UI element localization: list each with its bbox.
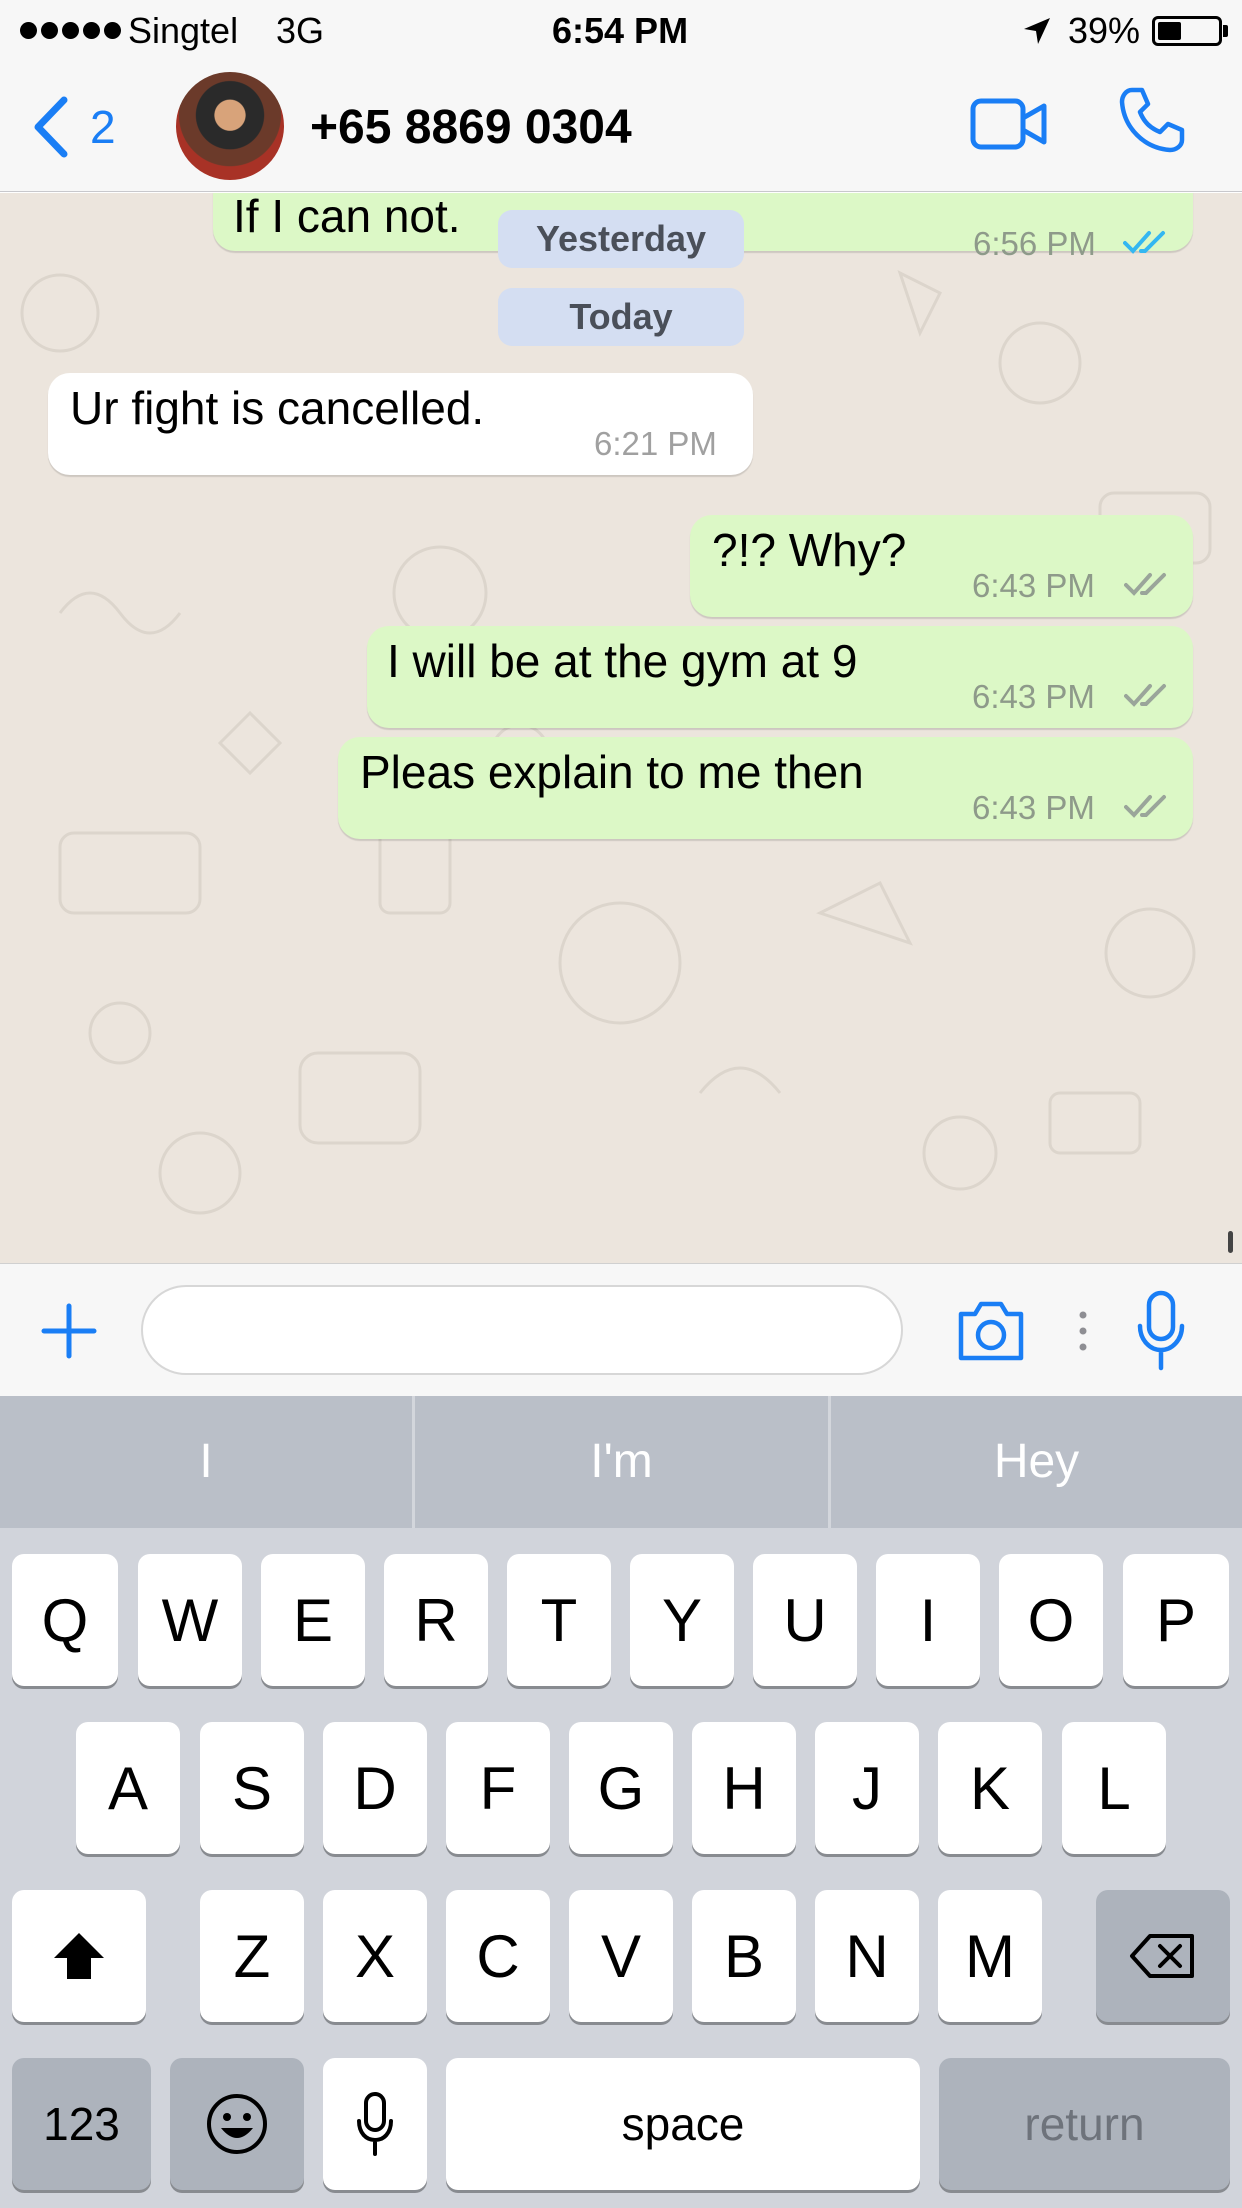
space-key[interactable]: space — [446, 2058, 920, 2190]
delete-key[interactable] — [1096, 1890, 1230, 2022]
plus-icon[interactable] — [40, 1302, 98, 1360]
key-t[interactable]: T — [507, 1554, 611, 1686]
date-separator-today: Today — [498, 288, 744, 346]
message-text: Pleas explain to me then — [360, 746, 864, 798]
camera-icon[interactable] — [955, 1300, 1027, 1362]
key-r[interactable]: R — [384, 1554, 488, 1686]
key-n[interactable]: N — [815, 1890, 919, 2022]
key-b[interactable]: B — [692, 1890, 796, 2022]
message-time: 6:43 PM — [972, 567, 1095, 604]
key-g[interactable]: G — [569, 1722, 673, 1854]
key-y[interactable]: Y — [630, 1554, 734, 1686]
avatar[interactable] — [176, 72, 284, 180]
key-k[interactable]: K — [938, 1722, 1042, 1854]
more-separator-icon — [1079, 1311, 1087, 1351]
scroll-indicator[interactable] — [1228, 1231, 1233, 1253]
wallpaper-pattern — [20, 270, 1212, 1215]
key-s[interactable]: S — [200, 1722, 304, 1854]
status-time: 6:54 PM — [552, 10, 689, 51]
unread-count: 2 — [90, 101, 116, 153]
numbers-key[interactable]: 123 — [12, 2058, 151, 2190]
dictation-key[interactable] — [323, 2058, 427, 2190]
message-bubble-outgoing[interactable]: I will be at the gym at 9 6:43 PM — [367, 626, 1193, 728]
emoji-icon — [207, 2094, 267, 2154]
message-text: I will be at the gym at 9 — [387, 635, 858, 687]
emoji-key[interactable] — [170, 2058, 304, 2190]
key-x[interactable]: X — [323, 1890, 427, 2022]
carrier-name: Singtel — [128, 10, 239, 51]
prediction-3[interactable]: Hey — [831, 1396, 1242, 1528]
message-bubble-outgoing[interactable]: Pleas explain to me then 6:43 PM — [338, 737, 1193, 839]
delivered-receipt-icon — [1124, 573, 1166, 596]
battery-level — [1158, 22, 1181, 40]
shift-key[interactable] — [12, 1890, 146, 2022]
message-bubble-outgoing[interactable]: ?!? Why? 6:43 PM — [690, 515, 1193, 617]
message-time: 6:56 PM — [973, 225, 1096, 262]
video-camera-icon[interactable] — [970, 98, 1048, 150]
keyboard: I I'm Hey Q W E R T Y U I O P A S D F G … — [0, 1396, 1242, 2208]
signal-strength-icon — [20, 22, 121, 39]
key-e[interactable]: E — [261, 1554, 365, 1686]
location-arrow-icon — [1024, 18, 1050, 44]
key-f[interactable]: F — [446, 1722, 550, 1854]
shift-icon — [54, 1933, 104, 1979]
key-l[interactable]: L — [1062, 1722, 1166, 1854]
key-i[interactable]: I — [876, 1554, 980, 1686]
prediction-2[interactable]: I'm — [415, 1396, 828, 1528]
key-c[interactable]: C — [446, 1890, 550, 2022]
chat-area[interactable]: If I can not. 6:56 PM Yesterday Today Ur… — [0, 193, 1242, 1263]
key-m[interactable]: M — [938, 1890, 1042, 2022]
microphone-icon[interactable] — [1136, 1290, 1186, 1372]
battery-percentage: 39% — [1068, 10, 1141, 51]
key-w[interactable]: W — [138, 1554, 242, 1686]
back-button[interactable]: 2 — [30, 92, 116, 162]
message-text: Ur fight is cancelled. — [70, 382, 485, 434]
key-j[interactable]: J — [815, 1722, 919, 1854]
key-d[interactable]: D — [323, 1722, 427, 1854]
message-bubble-incoming[interactable]: Ur fight is cancelled. 6:21 PM — [48, 373, 753, 475]
chevron-left-icon — [34, 96, 68, 158]
key-z[interactable]: Z — [200, 1890, 304, 2022]
chat-header: 2 +65 8869 0304 — [0, 62, 1242, 192]
prediction-1[interactable]: I — [0, 1396, 412, 1528]
key-o[interactable]: O — [999, 1554, 1103, 1686]
message-input[interactable] — [141, 1285, 903, 1375]
contact-name[interactable]: +65 8869 0304 — [310, 100, 632, 155]
microphone-icon — [357, 2092, 393, 2156]
message-time: 6:21 PM — [594, 425, 717, 462]
status-bar: Singtel 3G 6:54 PM 39% — [0, 0, 1242, 62]
message-text: ?!? Why? — [712, 524, 907, 576]
delivered-receipt-icon — [1124, 684, 1166, 707]
delivered-receipt-icon — [1124, 795, 1166, 818]
message-text: If I can not. — [233, 193, 461, 242]
predictive-text-bar: I I'm Hey — [0, 1396, 1242, 1528]
message-time: 6:43 PM — [972, 789, 1095, 826]
key-q[interactable]: Q — [12, 1554, 118, 1686]
key-h[interactable]: H — [692, 1722, 796, 1854]
delete-icon — [1130, 1934, 1194, 1978]
network-type: 3G — [276, 10, 325, 51]
return-key[interactable]: return — [939, 2058, 1230, 2190]
battery-icon — [1152, 16, 1222, 46]
key-u[interactable]: U — [753, 1554, 857, 1686]
key-v[interactable]: V — [569, 1890, 673, 2022]
key-p[interactable]: P — [1123, 1554, 1229, 1686]
phone-icon[interactable] — [1118, 86, 1186, 154]
key-a[interactable]: A — [76, 1722, 180, 1854]
message-time: 6:43 PM — [972, 678, 1095, 715]
read-receipt-icon — [1123, 231, 1165, 254]
message-composer — [0, 1263, 1242, 1396]
date-separator-yesterday: Yesterday — [498, 210, 744, 268]
